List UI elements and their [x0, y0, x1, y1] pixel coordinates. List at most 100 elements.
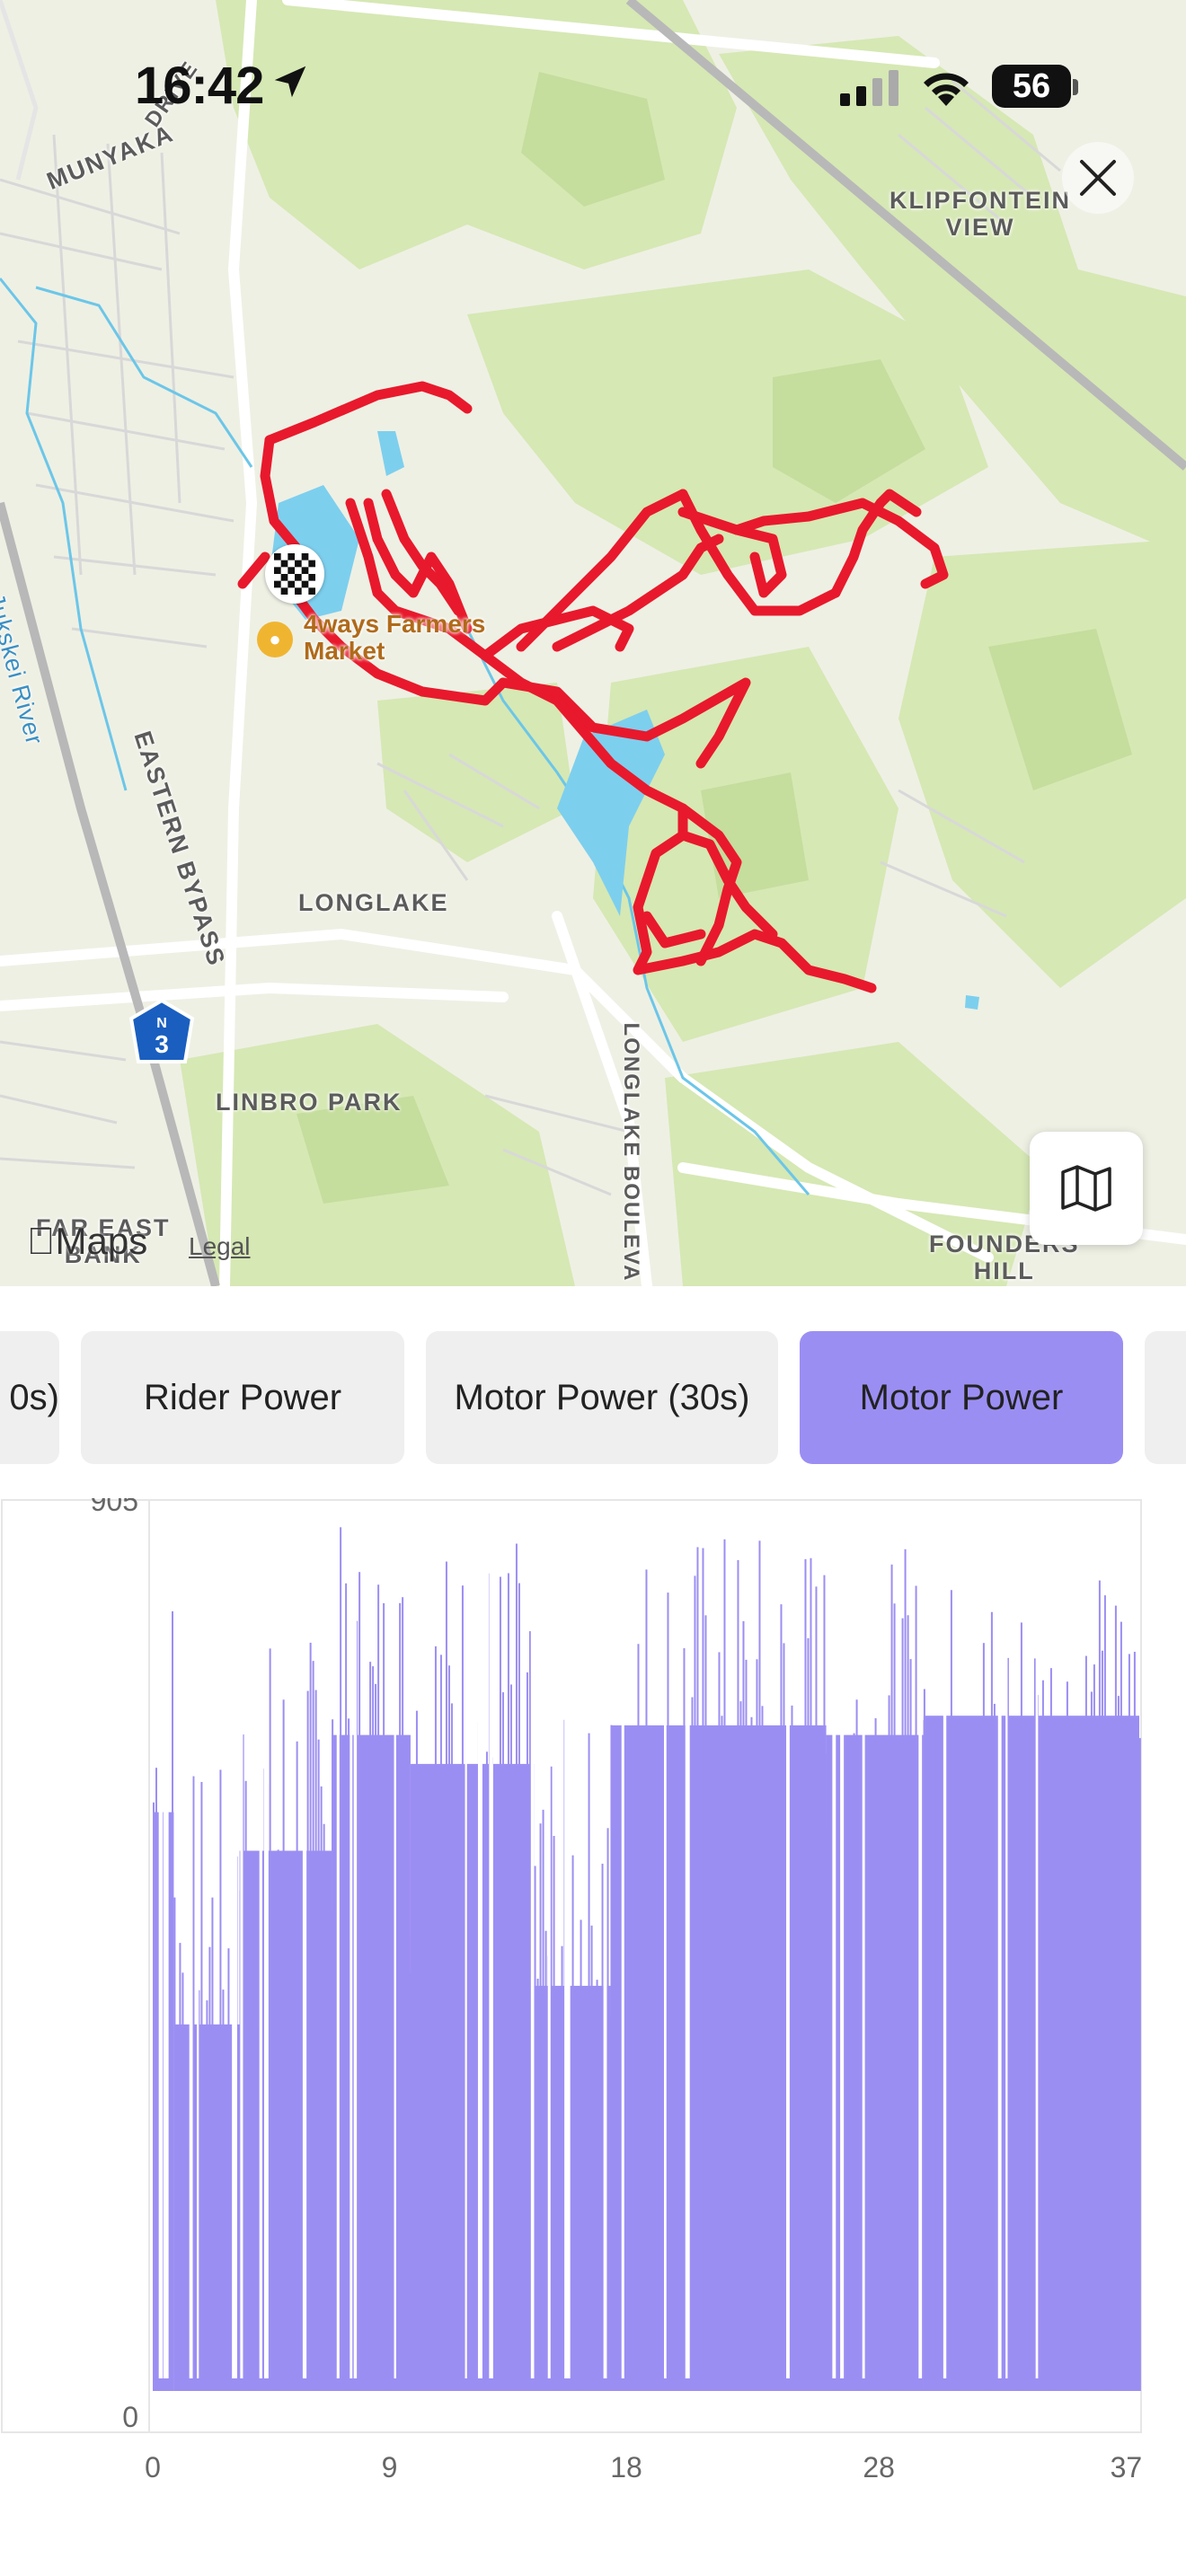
tab-partial-right[interactable]: [1145, 1331, 1186, 1464]
x-tick-label: 37: [1111, 2451, 1143, 2483]
bar: [615, 1915, 618, 2391]
map-mode-button[interactable]: [1030, 1132, 1143, 1245]
bar: [1074, 1777, 1076, 2391]
bar: [1128, 1654, 1130, 2391]
y-tick-label-min: 0: [122, 2401, 138, 2433]
bar: [734, 1917, 737, 2391]
bar: [680, 1883, 683, 2391]
bar: [915, 1585, 917, 2391]
bar: [1028, 1809, 1031, 2391]
bar: [993, 1703, 996, 2391]
bar: [590, 1925, 593, 2391]
map-label-longlake-boulevard: LONGLAKE BOULEVA: [619, 1022, 643, 1283]
bar: [385, 1917, 388, 2391]
bar: [823, 1575, 826, 2391]
bar: [523, 1772, 526, 2391]
bar: [1109, 1859, 1111, 2391]
bar-gap: [394, 1518, 396, 2378]
bar: [420, 1818, 423, 2391]
bar: [772, 1725, 774, 2391]
bar: [877, 1952, 880, 2391]
bar: [694, 1575, 696, 2391]
bar: [200, 1781, 203, 2391]
bar: [493, 1809, 496, 2391]
tab-motor-power[interactable]: Motor Power: [800, 1331, 1123, 1464]
bar: [648, 1942, 651, 2391]
bar: [250, 1968, 252, 2391]
bar: [561, 1945, 563, 2391]
bar: [996, 1835, 998, 2391]
bar: [791, 1705, 793, 2391]
map-view[interactable]: MUNYAKA DRIVE KLIPFONTEIN VIEW Jukskei R…: [0, 0, 1186, 1286]
bar: [536, 1979, 539, 2391]
bar: [702, 1548, 704, 2391]
bar: [396, 1742, 399, 2391]
bar: [1130, 1914, 1133, 2391]
bar: [645, 1569, 648, 2391]
bar: [184, 2099, 187, 2391]
tab-partial-left[interactable]: 0s): [0, 1331, 59, 1464]
bar: [799, 1925, 801, 2391]
bar: [982, 1643, 985, 2391]
bar: [442, 1849, 445, 2391]
bar: [1082, 1979, 1084, 2391]
bar: [885, 1802, 888, 2391]
bar: [187, 2150, 190, 2391]
bar: [447, 1665, 450, 2391]
bar: [383, 1602, 385, 2391]
bar: [474, 2000, 477, 2391]
shopping-basket-icon[interactable]: ●: [257, 622, 293, 657]
bar: [271, 1924, 274, 2391]
bar: [901, 1618, 904, 2391]
metric-tabs[interactable]: 0s) Rider Power Motor Power (30s) Motor …: [0, 1331, 1186, 1464]
poi-label-farmers-market[interactable]: 4ways Farmers Market: [304, 611, 485, 665]
bar: [296, 1741, 298, 2391]
close-button[interactable]: [1062, 142, 1134, 214]
bar: [888, 1695, 890, 2391]
bar: [1063, 1796, 1066, 2391]
bar: [1111, 1823, 1114, 2391]
bar: [412, 2014, 415, 2391]
bar: [952, 1948, 955, 2391]
bar: [306, 1690, 309, 2391]
bar: [601, 1863, 604, 2391]
tab-rider-power[interactable]: Rider Power: [81, 1331, 404, 1464]
bar: [377, 1584, 380, 2391]
bar: [288, 1874, 290, 2391]
bar: [977, 1813, 979, 2391]
bar: [1060, 1985, 1063, 2391]
bar: [328, 1925, 331, 2391]
bar: [745, 1659, 748, 2391]
bar: [227, 1948, 230, 2391]
bar-gap: [862, 1518, 865, 2378]
bar: [485, 1751, 488, 2391]
bar: [361, 1872, 364, 2391]
maps-logo-text: Maps: [27, 1220, 148, 1262]
bar: [669, 1978, 672, 2391]
bar: [1049, 1668, 1052, 2391]
bar-gap: [477, 1518, 482, 2378]
bar: [866, 1778, 869, 2391]
bar: [1047, 1795, 1049, 2391]
bar: [721, 1716, 723, 2391]
bar: [1041, 1680, 1044, 2391]
bar: [402, 1597, 404, 2391]
bar: [588, 1733, 590, 2391]
route-shield-letter: N: [156, 1016, 167, 1031]
bar: [624, 1803, 626, 2391]
bar: [1052, 1957, 1055, 2391]
bar: [598, 2068, 601, 2391]
bar: [571, 1855, 574, 2391]
tab-motor-power-30s[interactable]: Motor Power (30s): [426, 1331, 778, 1464]
bar-gap: [302, 1518, 307, 2378]
bar: [850, 1900, 853, 2391]
bar: [1117, 1696, 1120, 2391]
bar: [515, 1543, 518, 2391]
bar: [364, 1985, 367, 2391]
motor-power-chart[interactable]: 905 0 0 9 18 28 37: [0, 1498, 1186, 2576]
bar: [1044, 1942, 1047, 2391]
status-time: 16:42: [135, 57, 264, 115]
finish-flag-icon[interactable]: [265, 544, 324, 604]
legal-link[interactable]: Legal: [189, 1232, 251, 1261]
bar: [501, 1692, 504, 2391]
